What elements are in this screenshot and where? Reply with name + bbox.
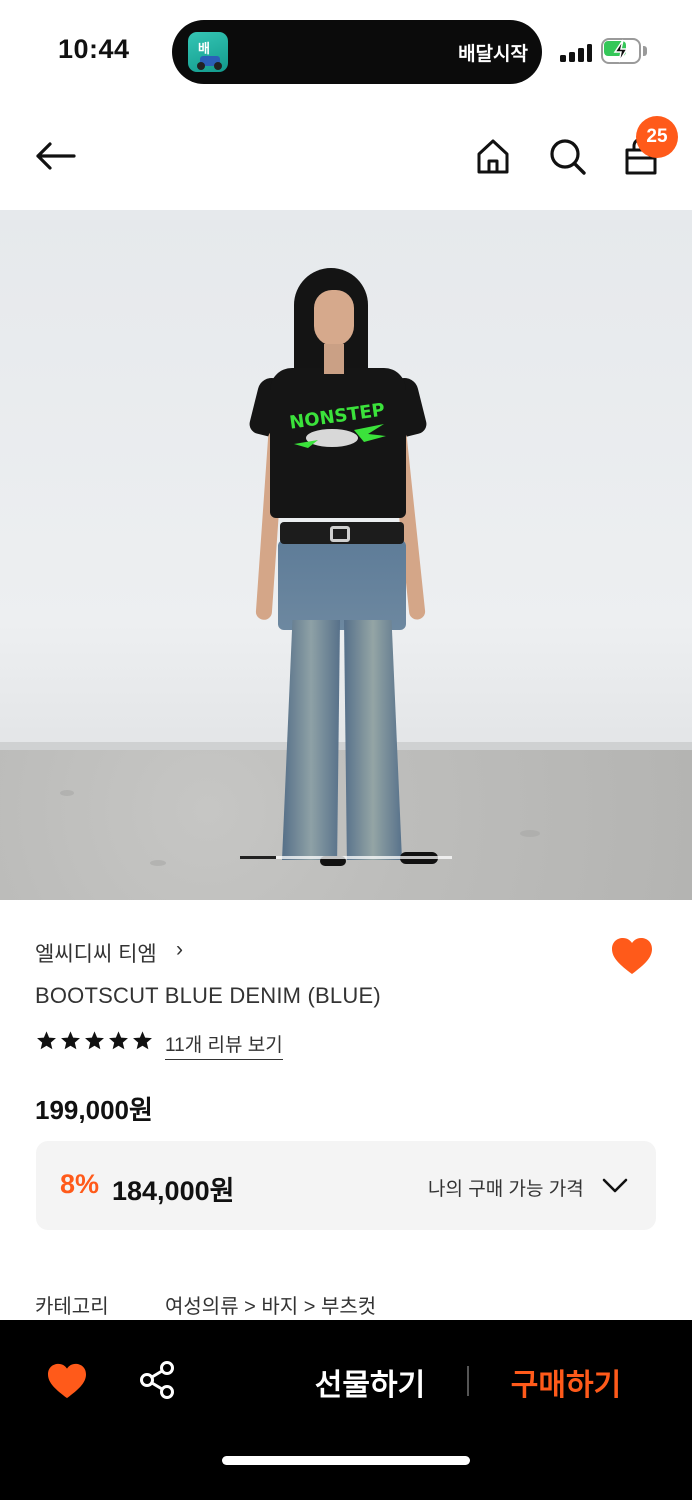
search-button[interactable] — [545, 134, 589, 178]
category-label: 카테고리 — [35, 1296, 109, 1318]
buy-button[interactable]: 구매하기 — [496, 1360, 636, 1404]
cart-count-badge: 25 — [636, 116, 678, 158]
home-indicator[interactable] — [222, 1456, 470, 1465]
star-icon — [61, 1031, 80, 1050]
live-activity-text: 배달시작 — [458, 44, 528, 65]
home-button[interactable] — [471, 134, 515, 178]
status-time: 10:44 — [58, 34, 130, 64]
review-link[interactable]: 11개 리뷰 보기 — [165, 1030, 283, 1060]
category-breadcrumb[interactable]: 여성의류 > 바지 > 부츠컷 — [165, 1290, 376, 1319]
discount-rate: 8% — [60, 1169, 100, 1199]
product-name: BOOTSCUT BLUE DENIM (BLUE) — [35, 983, 381, 1008]
product-image-carousel[interactable]: NONSTEP — [0, 210, 692, 900]
arrow-left-icon — [36, 142, 76, 170]
original-price: 199,000원 — [35, 1095, 153, 1125]
discount-price: 184,000원 — [112, 1176, 235, 1206]
divider — [467, 1366, 469, 1396]
bottom-action-bar: 선물하기 구매하기 — [0, 1320, 692, 1500]
chevron-down-icon — [602, 1178, 628, 1193]
gift-button[interactable]: 선물하기 — [300, 1360, 440, 1404]
chevron-right-icon: › — [176, 938, 183, 961]
back-button[interactable] — [34, 134, 78, 178]
star-icon — [85, 1031, 104, 1050]
cellular-signal-icon — [560, 44, 592, 62]
star-icon — [109, 1031, 128, 1050]
carousel-active-indicator — [240, 856, 276, 859]
tshirt-graphic-print: NONSTEP — [288, 400, 386, 448]
status-bar: 10:44 배 배달시작 — [0, 0, 692, 100]
model-figure: NONSTEP — [240, 260, 440, 880]
wishlist-heart-icon[interactable] — [610, 936, 654, 976]
heart-icon[interactable] — [46, 1362, 88, 1400]
star-icon — [133, 1031, 152, 1050]
home-icon — [477, 139, 509, 174]
brand-link[interactable]: 엘씨디씨 티엠 — [35, 938, 157, 968]
app-icon-label: 배 — [198, 41, 210, 56]
rating-stars — [36, 1030, 153, 1056]
battery-charging-icon — [601, 38, 647, 64]
dynamic-island[interactable]: 배 배달시작 — [172, 20, 542, 84]
my-price-box[interactable]: 8% 184,000원 나의 구매 가능 가격 — [36, 1141, 656, 1230]
app-header — [0, 100, 692, 210]
carousel-page-indicator — [240, 856, 452, 859]
search-icon — [550, 139, 586, 175]
delivery-app-icon: 배 — [188, 32, 228, 72]
my-price-label: 나의 구매 가능 가격 — [428, 1179, 584, 1200]
share-icon[interactable] — [138, 1360, 176, 1400]
star-icon — [37, 1031, 56, 1050]
